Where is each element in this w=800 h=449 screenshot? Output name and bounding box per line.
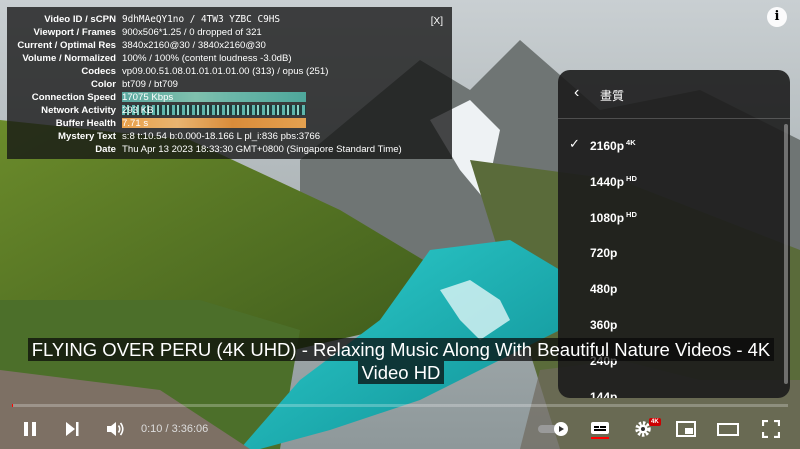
video-title: FLYING OVER PERU (4K UHD) - Relaxing Mus… (27, 338, 775, 384)
stats-value: vp09.00.51.08.01.01.01.01.00 (313) / opu… (122, 66, 329, 77)
time-total: 3:36:06 (171, 423, 209, 435)
stats-key: Mystery Text (58, 131, 116, 142)
stats-key: Color (90, 79, 116, 90)
stats-value: 7.71 s (122, 118, 149, 129)
quality-option-480p[interactable]: 480p (558, 271, 790, 307)
miniplayer-button[interactable] (671, 414, 701, 444)
quality-badge: HD (626, 174, 637, 183)
time-current: 0:10 (141, 423, 163, 435)
volume-icon (107, 422, 124, 436)
quality-label: 480p (590, 282, 618, 296)
quality-label: 1440p (590, 175, 625, 189)
stats-key: Buffer Health (55, 118, 116, 129)
stats-value: bt709 / bt709 (122, 79, 179, 90)
fullscreen-button[interactable] (756, 414, 786, 444)
theater-mode-button[interactable] (713, 414, 743, 444)
settings-quality-badge: 4K (649, 418, 661, 426)
stats-key: Volume / Normalized (22, 53, 116, 64)
theater-mode-icon (717, 423, 739, 436)
mute-button[interactable] (100, 414, 130, 444)
quality-label: 2160p (590, 139, 625, 153)
stats-key: Video ID / sCPN (44, 14, 116, 25)
stats-value: 900x506*1.25 / 0 dropped of 321 (122, 27, 262, 38)
quality-option-720p[interactable]: 720p (558, 235, 790, 271)
quality-option-2160p[interactable]: ✓ 2160p 4K (558, 127, 790, 163)
buffer-health-graph (122, 118, 306, 128)
progress-bar[interactable] (12, 404, 788, 407)
autoplay-toggle[interactable] (536, 414, 572, 444)
stats-for-nerds-panel: [X] Video ID / sCPN 9dhMAeQY1no / 4TW3 YZ… (7, 7, 452, 159)
checkmark-icon: ✓ (569, 136, 580, 151)
chevron-left-icon[interactable]: ‹ (574, 84, 579, 102)
time-separator: / (162, 423, 172, 435)
stats-key: Network Activity (41, 105, 116, 116)
stats-key: Connection Speed (31, 92, 116, 103)
stats-value: 293 KB (122, 105, 154, 116)
quality-label: 1080p (590, 211, 625, 225)
stats-value: 3840x2160@30 / 3840x2160@30 (122, 40, 266, 51)
next-icon (66, 422, 79, 436)
pause-button[interactable] (16, 414, 44, 444)
progress-played (12, 404, 14, 407)
quality-label: 360p (590, 318, 618, 332)
info-icon[interactable]: i (767, 7, 787, 27)
captions-icon (591, 422, 609, 439)
stats-value: Thu Apr 13 2023 18:33:30 GMT+0800 (Singa… (122, 144, 402, 155)
stats-value: s:8 t:10.54 b:0.000-18.166 L pl_i:836 pb… (122, 131, 321, 142)
video-player[interactable]: [X] Video ID / sCPN 9dhMAeQY1no / 4TW3 YZ… (0, 0, 800, 449)
quality-label: 720p (590, 246, 618, 260)
quality-badge: HD (626, 210, 637, 219)
quality-menu-title: 畫質 (600, 89, 625, 103)
autoplay-toggle-icon (538, 422, 568, 436)
quality-option-1440p[interactable]: 1440p HD (558, 163, 790, 199)
stats-value: 9dhMAeQY1no / 4TW3 YZBC C9HS (122, 14, 281, 25)
stats-value: 100% / 100% (content loudness -3.0dB) (122, 53, 292, 64)
quality-menu-header[interactable]: ‹ 畫質 (558, 70, 790, 119)
quality-label: 144p (590, 390, 618, 398)
quality-badge: 4K (626, 138, 636, 147)
time-display: 0:10 / 3:36:06 (141, 423, 208, 435)
stats-value: 17075 Kbps (122, 92, 174, 103)
next-button[interactable] (58, 414, 86, 444)
fullscreen-icon (762, 420, 780, 438)
stats-key: Codecs (81, 66, 116, 77)
quality-option-1080p[interactable]: 1080p HD (558, 199, 790, 235)
subtitles-button[interactable] (585, 414, 615, 444)
miniplayer-icon (676, 421, 696, 437)
stats-key: Current / Optimal Res (17, 40, 116, 51)
pause-icon (24, 422, 36, 436)
stats-key: Date (95, 144, 116, 155)
video-title-caption: FLYING OVER PERU (4K UHD) - Relaxing Mus… (14, 338, 788, 384)
stats-key: Viewport / Frames (33, 27, 116, 38)
